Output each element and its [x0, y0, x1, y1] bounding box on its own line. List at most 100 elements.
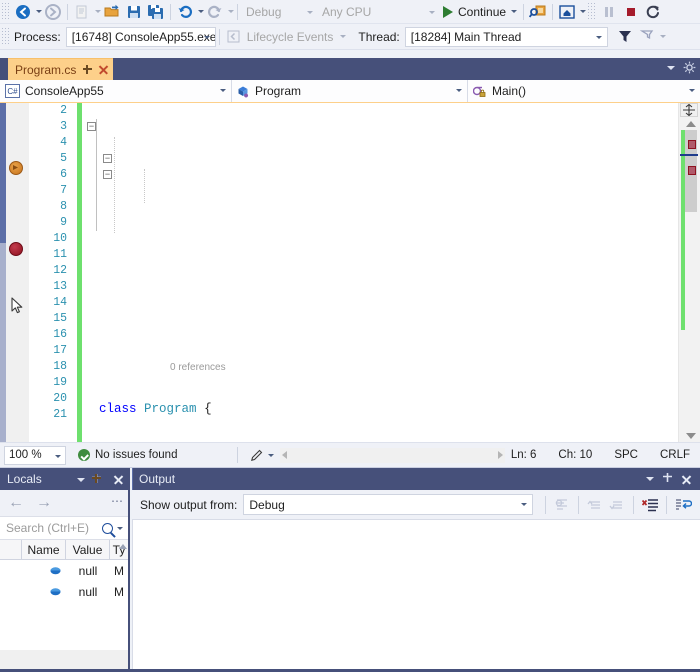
solution-platform-combo[interactable]: Any CPU	[317, 2, 439, 22]
pen-dropdown-icon[interactable]	[268, 453, 275, 457]
overflow-icon[interactable]: ⋯	[111, 494, 124, 508]
chevron-down-icon[interactable]	[646, 477, 654, 481]
stack-frame-dropdown-icon[interactable]	[659, 35, 666, 38]
navbar-project-combo[interactable]: C# ConsoleApp55	[0, 80, 232, 102]
scroll-up-arrow-icon[interactable]	[686, 121, 696, 127]
collapse-method-button[interactable]: −	[103, 154, 112, 163]
table-row[interactable]: null M	[0, 560, 128, 581]
debug-location-grip[interactable]	[1, 27, 10, 46]
go-to-previous-message-button[interactable]	[584, 494, 606, 516]
home-icon	[559, 4, 575, 19]
restart-button[interactable]	[642, 1, 664, 23]
scroll-right-arrow-icon[interactable]	[497, 450, 503, 459]
scrollbar-breakpoint-mark[interactable]	[688, 166, 696, 175]
gear-icon[interactable]	[683, 61, 696, 74]
process-combo[interactable]: [16748] ConsoleApp55.exe	[65, 26, 216, 47]
find-message-button[interactable]	[551, 494, 573, 516]
continue-dropdown-icon[interactable]	[511, 10, 518, 13]
stop-debugging-button[interactable]	[620, 1, 642, 23]
filter-threads-button[interactable]	[614, 26, 636, 48]
go-to-next-message-button[interactable]	[606, 494, 628, 516]
document-tab-program-cs[interactable]: Program.cs	[8, 58, 114, 80]
close-icon[interactable]	[98, 64, 109, 75]
navigate-forward-button[interactable]	[42, 1, 64, 23]
editor-vertical-scrollbar[interactable]	[678, 103, 700, 442]
indentation-label[interactable]: SPC	[614, 449, 638, 461]
redo-dropdown-icon[interactable]	[228, 10, 234, 13]
undo-icon	[178, 5, 193, 18]
break-all-button[interactable]	[598, 1, 620, 23]
pin-icon[interactable]	[662, 472, 673, 487]
chevron-down-icon[interactable]	[77, 478, 85, 482]
issues-status-label[interactable]: No issues found	[95, 449, 177, 461]
breakpoint-warning-icon[interactable]	[9, 161, 23, 175]
output-text-area[interactable]	[132, 520, 700, 672]
open-file-button[interactable]	[101, 1, 123, 23]
table-row[interactable]: null M	[0, 581, 128, 602]
codelens-class[interactable]: 0 references	[84, 343, 678, 373]
split-view-button[interactable]	[680, 103, 698, 117]
locals-title-bar[interactable]: Locals	[0, 468, 128, 490]
visual-studio-window: Debug Any CPU Continue Process: [16748] …	[0, 0, 700, 672]
column-header-type[interactable]: Ty	[110, 540, 128, 560]
navigate-back-button[interactable]	[12, 1, 34, 23]
restart-icon	[646, 5, 660, 18]
output-source-combo[interactable]: Debug	[243, 494, 534, 515]
line-ending-label[interactable]: CRLF	[660, 449, 690, 461]
horizontal-scrollbar[interactable]	[280, 447, 505, 463]
document-tab-label: Program.cs	[15, 62, 77, 77]
locals-grid-body[interactable]: null M null M	[0, 560, 128, 650]
thread-combo[interactable]: [18284] Main Thread	[404, 26, 608, 47]
navbar-member-combo[interactable]: Main()	[468, 80, 700, 102]
pen-icon[interactable]	[250, 449, 263, 462]
solution-configuration-combo[interactable]: Debug	[241, 2, 317, 22]
stack-frame-button[interactable]	[636, 26, 658, 48]
scroll-down-arrow-icon[interactable]	[686, 433, 696, 439]
toolbar-grip[interactable]	[1, 2, 10, 21]
locals-search-input[interactable]: Search (Ctrl+E)	[6, 521, 102, 535]
search-icon[interactable]	[102, 522, 113, 534]
scrollbar-breakpoint-mark[interactable]	[688, 140, 696, 149]
arrow-left-icon[interactable]: ←	[8, 495, 24, 511]
home-dropdown-icon[interactable]	[580, 10, 587, 13]
new-item-button[interactable]	[71, 1, 93, 23]
output-toolbar: Show output from: Debug	[132, 490, 700, 520]
code-editor[interactable]: 2 3 4 5 6 7 8 9 10 11 12 13 14 15 16 17 …	[0, 103, 700, 442]
arrow-right-icon[interactable]: →	[36, 495, 52, 511]
output-title-bar[interactable]: Output	[132, 468, 700, 490]
column-header-name[interactable]: Name	[22, 539, 66, 560]
search-button[interactable]	[527, 1, 549, 23]
line-number: 20	[53, 392, 67, 405]
change-tracking-bar	[77, 103, 82, 442]
pin-icon[interactable]	[91, 473, 102, 485]
active-files-dropdown-icon[interactable]	[667, 65, 675, 70]
pin-icon[interactable]	[82, 64, 93, 76]
toggle-word-wrap-button[interactable]	[672, 494, 694, 516]
save-button[interactable]	[123, 1, 145, 23]
close-icon[interactable]	[113, 474, 124, 485]
scroll-up-arrow-icon[interactable]	[119, 544, 127, 549]
lifecycle-events-dropdown-icon[interactable]	[340, 35, 347, 38]
structure-guide	[96, 119, 97, 231]
zoom-level-combo[interactable]: 100 %	[4, 445, 66, 465]
lifecycle-events-button[interactable]	[223, 26, 245, 48]
redo-button[interactable]	[204, 1, 226, 23]
column-header-value[interactable]: Value	[66, 539, 110, 560]
navbar-type-combo[interactable]: Program	[232, 80, 468, 102]
undo-button[interactable]	[174, 1, 196, 23]
collapse-class-button[interactable]: −	[87, 122, 96, 131]
clear-all-button[interactable]	[639, 494, 661, 516]
save-all-button[interactable]	[145, 1, 167, 23]
chevron-down-icon[interactable]	[117, 526, 123, 530]
home-button[interactable]	[556, 1, 578, 23]
continue-button[interactable]: Continue	[439, 1, 520, 23]
locals-search-row[interactable]: Search (Ctrl+E)	[0, 516, 128, 540]
toolbar-overflow-grip[interactable]	[587, 2, 597, 21]
breakpoint-icon[interactable]	[9, 242, 23, 256]
close-icon[interactable]	[681, 474, 692, 485]
collapse-for-button[interactable]: −	[103, 170, 112, 179]
breakpoint-gutter[interactable]	[0, 103, 29, 442]
chevron-down-icon	[429, 10, 435, 14]
code-text-area[interactable]: − − − 0 references class Program { 0 ref…	[84, 103, 678, 442]
scroll-left-arrow-icon[interactable]	[282, 450, 288, 459]
